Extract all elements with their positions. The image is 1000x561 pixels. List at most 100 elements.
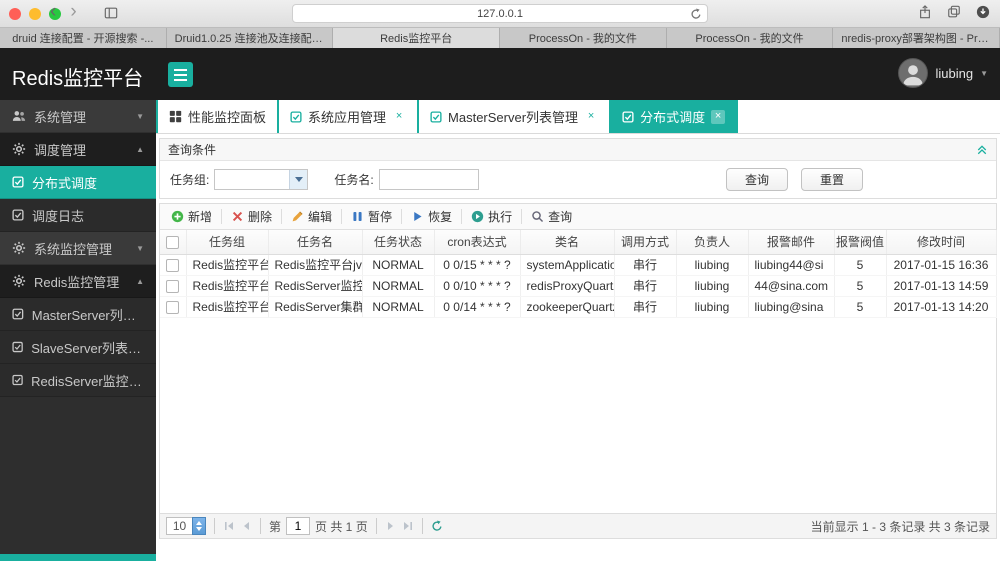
column-header[interactable]: 负责人 <box>676 230 749 255</box>
close-icon[interactable]: × <box>711 109 726 124</box>
back-button[interactable]: ‹ <box>50 1 56 23</box>
browser-tab[interactable]: druid 连接配置 - 开源搜索 -... <box>0 28 167 48</box>
close-icon[interactable]: × <box>392 110 406 124</box>
sidebar-item-schedule-management[interactable]: 调度管理 ▲ <box>0 133 156 166</box>
column-header[interactable]: 任务名 <box>268 230 363 255</box>
browser-tab-title: Redis监控平台 <box>380 33 453 45</box>
pause-button[interactable]: 暂停 <box>344 206 399 228</box>
column-header[interactable]: 修改时间 <box>886 230 997 255</box>
cell: 2017-01-15 16:36 <box>886 254 997 276</box>
page-number-input[interactable] <box>286 517 311 535</box>
column-header[interactable]: 报警阀值 <box>834 230 887 255</box>
tab-distributed-schedule[interactable]: 分布式调度 × <box>611 100 736 133</box>
tab-system-app-management[interactable]: 系统应用管理 × <box>279 100 418 133</box>
window-minimize-button[interactable] <box>29 8 41 20</box>
plus-icon <box>171 210 184 223</box>
sidebar-item-system-management[interactable]: 系统管理 ▼ <box>0 100 156 133</box>
browser-tab[interactable]: nredis-proxy部署架构图 - Pro... <box>833 28 1000 48</box>
column-header[interactable]: 任务状态 <box>362 230 435 255</box>
query-panel-title: 查询条件 <box>168 143 217 157</box>
reload-icon[interactable] <box>690 8 702 23</box>
cell: 44@sina.com <box>748 275 835 297</box>
sidebar-item-redisserver-log[interactable]: RedisServer监控日... <box>0 364 156 397</box>
address-bar[interactable]: 127.0.0.1 <box>292 4 708 23</box>
toolbar-label: 恢复 <box>428 210 453 224</box>
last-page-icon[interactable] <box>402 520 414 532</box>
table-row[interactable]: Redis监控平台 Redis监控平台jvm NORMAL 0 0/15 * *… <box>160 254 997 276</box>
browser-tab[interactable]: ProcessOn - 我的文件 <box>666 28 834 48</box>
cell: zookeeperQuartz <box>520 296 615 318</box>
user-menu[interactable]: liubing ▼ <box>898 58 988 88</box>
app-header: Redis监控平台 liubing ▼ <box>0 48 1000 100</box>
task-group-select[interactable] <box>214 169 309 190</box>
page-size-selector[interactable]: 10 <box>166 517 206 535</box>
run-button[interactable]: 执行 <box>464 206 519 228</box>
close-icon[interactable]: × <box>584 110 598 124</box>
downloads-icon[interactable] <box>976 5 990 24</box>
sidebar-item-slaveserver-list[interactable]: SlaveServer列表管... <box>0 331 156 364</box>
cell: liubing <box>676 275 749 297</box>
chevron-down-icon[interactable] <box>289 170 308 189</box>
pause-icon <box>353 212 362 221</box>
column-header[interactable]: 类名 <box>520 230 615 255</box>
cell: NORMAL <box>362 296 435 318</box>
search-button[interactable]: 查询 <box>725 168 788 191</box>
menu-toggle-button[interactable] <box>168 62 193 87</box>
stepper-icon[interactable] <box>192 517 206 535</box>
sidebar-item-label: SlaveServer列表管... <box>31 340 144 356</box>
row-checkbox[interactable] <box>166 279 180 293</box>
refresh-icon[interactable] <box>431 520 443 532</box>
grid-toolbar: 新增 删除 编辑 暂停 恢复 执行 查询 <box>160 204 996 230</box>
browser-tab[interactable]: Druid1.0.25 连接池及连接配置... <box>166 28 334 48</box>
reset-button[interactable]: 重置 <box>800 168 863 191</box>
task-group-input[interactable] <box>215 170 290 189</box>
tab-performance-dashboard[interactable]: 性能监控面板 <box>158 100 278 133</box>
sidebar-item-schedule-log[interactable]: 调度日志 <box>0 199 156 232</box>
sidebar-item-system-monitor-management[interactable]: 系统监控管理 ▼ <box>0 232 156 265</box>
dashboard-icon <box>169 110 182 123</box>
forward-button[interactable]: › <box>70 1 76 23</box>
table-row[interactable]: Redis监控平台 RedisServer监控 NORMAL 0 0/10 * … <box>160 275 997 297</box>
table-row[interactable]: Redis监控平台 RedisServer集群 NORMAL 0 0/14 * … <box>160 296 997 318</box>
column-header[interactable]: 报警邮件 <box>748 230 835 255</box>
sidebar-item-label: MasterServer列表... <box>31 307 144 323</box>
cell: 串行 <box>614 254 677 276</box>
sidebar-toggle-icon[interactable] <box>104 6 118 25</box>
task-name-input[interactable] <box>378 169 479 190</box>
tab-overview-icon[interactable] <box>947 5 961 24</box>
toolbar-search-button[interactable]: 查询 <box>524 206 579 228</box>
column-header[interactable]: cron表达式 <box>434 230 521 255</box>
toolbar-label: 编辑 <box>308 210 333 224</box>
share-icon[interactable] <box>918 5 932 24</box>
prev-page-icon[interactable] <box>240 520 252 532</box>
browser-tab[interactable]: ProcessOn - 我的文件 <box>500 28 667 48</box>
edit-button[interactable]: 编辑 <box>284 206 339 228</box>
chevron-up-icon: ▲ <box>136 144 144 154</box>
sidebar-item-redis-monitor-management[interactable]: Redis监控管理 ▲ <box>0 265 156 298</box>
browser-tab-title: ProcessOn - 我的文件 <box>695 33 804 45</box>
row-checkbox[interactable] <box>166 300 180 314</box>
content-tab-bar: 性能监控面板 系统应用管理 × MasterServer列表管理 × 分布式调度… <box>156 100 1000 134</box>
tab-masterserver-list-management[interactable]: MasterServer列表管理 × <box>419 100 610 133</box>
delete-button[interactable]: 删除 <box>224 206 279 228</box>
row-checkbox[interactable] <box>166 258 180 272</box>
column-header[interactable]: 任务组 <box>186 230 269 255</box>
column-header[interactable]: 调用方式 <box>614 230 677 255</box>
next-page-icon[interactable] <box>385 520 397 532</box>
browser-tab-active[interactable]: Redis监控平台 <box>333 28 501 48</box>
sidebar-item-distributed-schedule[interactable]: 分布式调度 <box>0 166 156 199</box>
cell: 2017-01-13 14:59 <box>886 275 997 297</box>
first-page-icon[interactable] <box>223 520 235 532</box>
edit-icon <box>292 211 303 222</box>
table-header-row: 任务组 任务名 任务状态 cron表达式 类名 调用方式 负责人 报警邮件 报警… <box>160 230 997 255</box>
window-close-button[interactable] <box>9 8 21 20</box>
sidebar-item-masterserver-list[interactable]: MasterServer列表... <box>0 298 156 331</box>
query-panel-header: 查询条件 <box>160 139 996 161</box>
check-square-icon <box>290 110 302 123</box>
tab-label: MasterServer列表管理 <box>448 110 579 125</box>
page-label-after: 页 共 1 页 <box>315 519 368 534</box>
add-button[interactable]: 新增 <box>164 206 219 228</box>
select-all-checkbox[interactable] <box>166 235 180 249</box>
resume-button[interactable]: 恢复 <box>404 206 459 228</box>
collapse-icon[interactable] <box>976 144 988 156</box>
